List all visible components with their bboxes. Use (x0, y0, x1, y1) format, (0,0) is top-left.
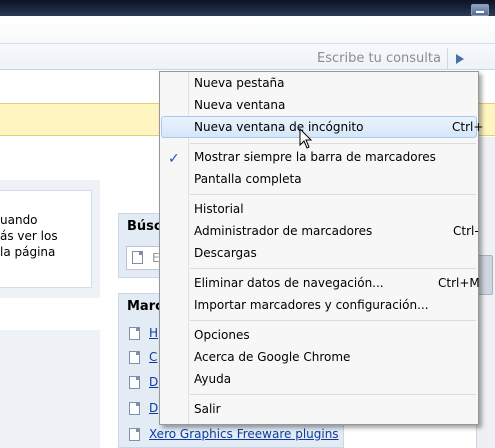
menu-item-incognito[interactable]: Nueva ventana de incógnito (194, 120, 363, 134)
menu-shortcut: Ctrl+ (452, 120, 484, 134)
menu-item-about[interactable]: Acerca de Google Chrome (194, 350, 350, 364)
menu-item-clear-browsing-data[interactable]: Eliminar datos de navegación... (194, 276, 384, 290)
search-input[interactable]: Escribe tu consulta (317, 51, 441, 66)
menu-separator (190, 320, 476, 321)
document-icon (132, 251, 143, 264)
left-text-line: ás ver los (0, 229, 58, 243)
bookmark-link[interactable]: H (149, 326, 158, 340)
window-titlebar (0, 0, 495, 16)
menu-separator (190, 268, 476, 269)
document-icon (129, 402, 140, 415)
bookmark-link[interactable]: D (149, 375, 158, 389)
menu-item-history[interactable]: Historial (194, 202, 244, 216)
menu-item-downloads[interactable]: Descargas (194, 246, 257, 260)
bookmarks-panel-title: Marc (127, 299, 163, 314)
menu-item-help[interactable]: Ayuda (194, 372, 231, 386)
bookmark-link[interactable]: D (149, 401, 158, 415)
checkmark-icon: ✓ (168, 151, 180, 167)
tab-strip (0, 16, 495, 44)
menu-separator (190, 394, 476, 395)
menu-shortcut: Ctrl+M (438, 276, 480, 290)
menu-item-show-bookmarks-bar[interactable]: Mostrar siempre la barra de marcadores (194, 150, 436, 164)
left-text-line: la página (0, 245, 56, 259)
document-icon (129, 327, 140, 340)
menu-item-exit[interactable]: Salir (194, 402, 221, 416)
left-panel-lower (0, 330, 100, 448)
mouse-cursor-icon (299, 128, 313, 149)
menu-item-import-bookmarks[interactable]: Importar marcadores y configuración... (194, 298, 429, 312)
menu-item-options[interactable]: Opciones (194, 328, 250, 342)
menu-item-bookmark-manager[interactable]: Administrador de marcadores (194, 224, 372, 238)
menu-item-new-tab[interactable]: Nueva pestaña (194, 76, 285, 90)
minimize-icon[interactable] (471, 4, 489, 16)
document-icon (129, 376, 140, 389)
go-arrow-icon[interactable] (447, 48, 471, 70)
menu-separator (190, 194, 476, 195)
left-text-line: uando (0, 213, 38, 227)
menu-separator (190, 143, 476, 144)
bookmark-link[interactable]: C (149, 350, 157, 364)
menu-item-new-window[interactable]: Nueva ventana (194, 98, 285, 112)
document-icon (129, 351, 140, 364)
search-panel-title: Búsc (127, 219, 162, 234)
menu-item-fullscreen[interactable]: Pantalla completa (194, 172, 302, 186)
menu-shortcut: Ctrl- (453, 224, 479, 238)
scrollbar-thumb[interactable] (478, 255, 493, 295)
bookmark-link[interactable]: Xero Graphics Freeware plugins (149, 427, 339, 441)
document-icon (129, 428, 140, 441)
